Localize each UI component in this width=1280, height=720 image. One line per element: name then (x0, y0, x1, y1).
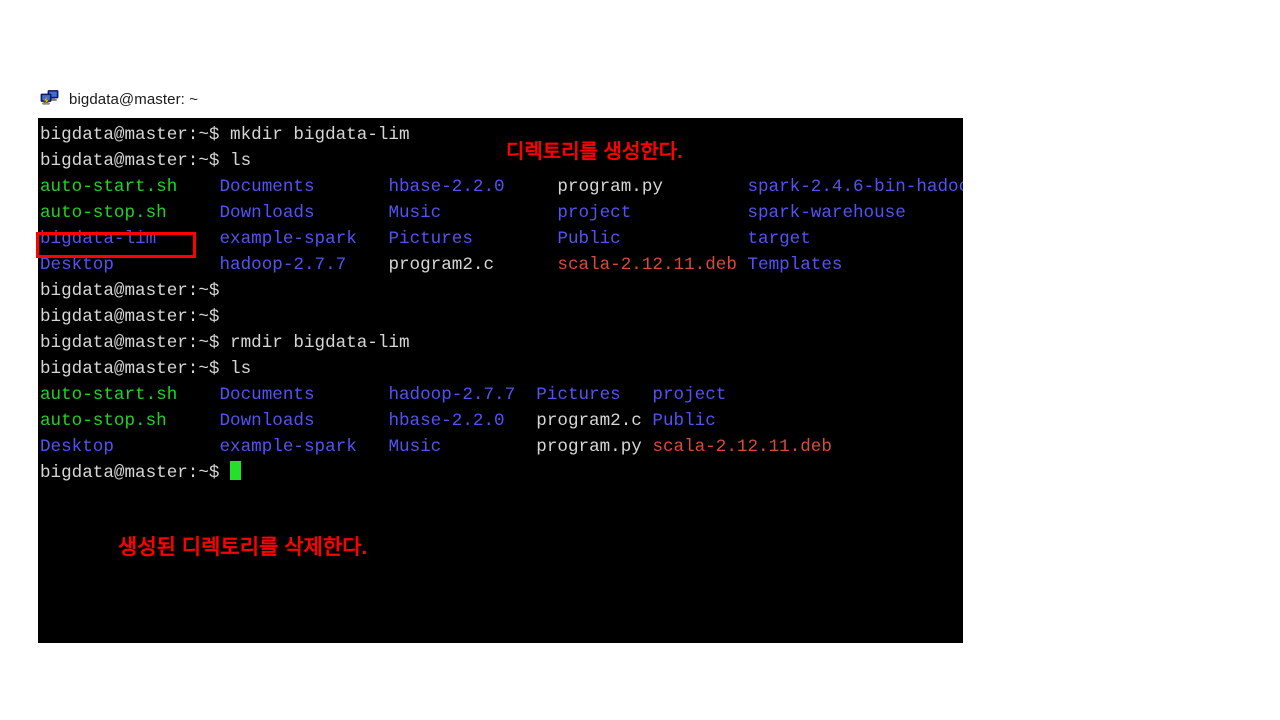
terminal-screen[interactable]: bigdata@master:~$ mkdir bigdata-lim bigda… (38, 118, 963, 643)
line-10-ls: bigdata@master:~$ ls (40, 359, 252, 379)
line-9-rmdir: bigdata@master:~$ rmdir bigdata-lim (40, 333, 410, 353)
line-12-listing2-row2: auto-stop.sh Downloads hbase-2.2.0 progr… (40, 411, 716, 431)
line-4-listing-row2: auto-stop.sh Downloads Music project spa… (40, 203, 906, 223)
window-title: bigdata@master: ~ (69, 90, 199, 108)
line-8-prompt-empty-2: bigdata@master:~$ (40, 307, 220, 327)
line-2-ls: bigdata@master:~$ ls (40, 151, 252, 171)
annotation-delete-directory: 생성된 디렉토리를 삭제한다. (118, 536, 368, 559)
terminal-window[interactable]: bigdata@master:~$ mkdir bigdata-lim bigda… (38, 118, 963, 643)
putty-remote-session-icon (40, 90, 60, 108)
line-5-listing-row3: bigdata-lim example-spark Pictures Publi… (40, 229, 811, 249)
window-titlebar: bigdata@master: ~ (40, 84, 198, 114)
annotation-create-directory: 디렉토리를 생성한다. (506, 141, 683, 163)
line-14-prompt-cursor: bigdata@master:~$ (40, 460, 963, 486)
line-13-listing2-row3: Desktop example-spark Music program.py s… (40, 437, 832, 457)
line-7-prompt-empty-1: bigdata@master:~$ (40, 281, 220, 301)
terminal-cursor (230, 461, 242, 480)
line-11-listing2-row1: auto-start.sh Documents hadoop-2.7.7 Pic… (40, 385, 727, 405)
line-6-listing-row4: Desktop hadoop-2.7.7 program2.c scala-2.… (40, 255, 843, 275)
line-3-listing-row1: auto-start.sh Documents hbase-2.2.0 prog… (40, 177, 963, 197)
line-1-mkdir: bigdata@master:~$ mkdir bigdata-lim (40, 125, 410, 145)
